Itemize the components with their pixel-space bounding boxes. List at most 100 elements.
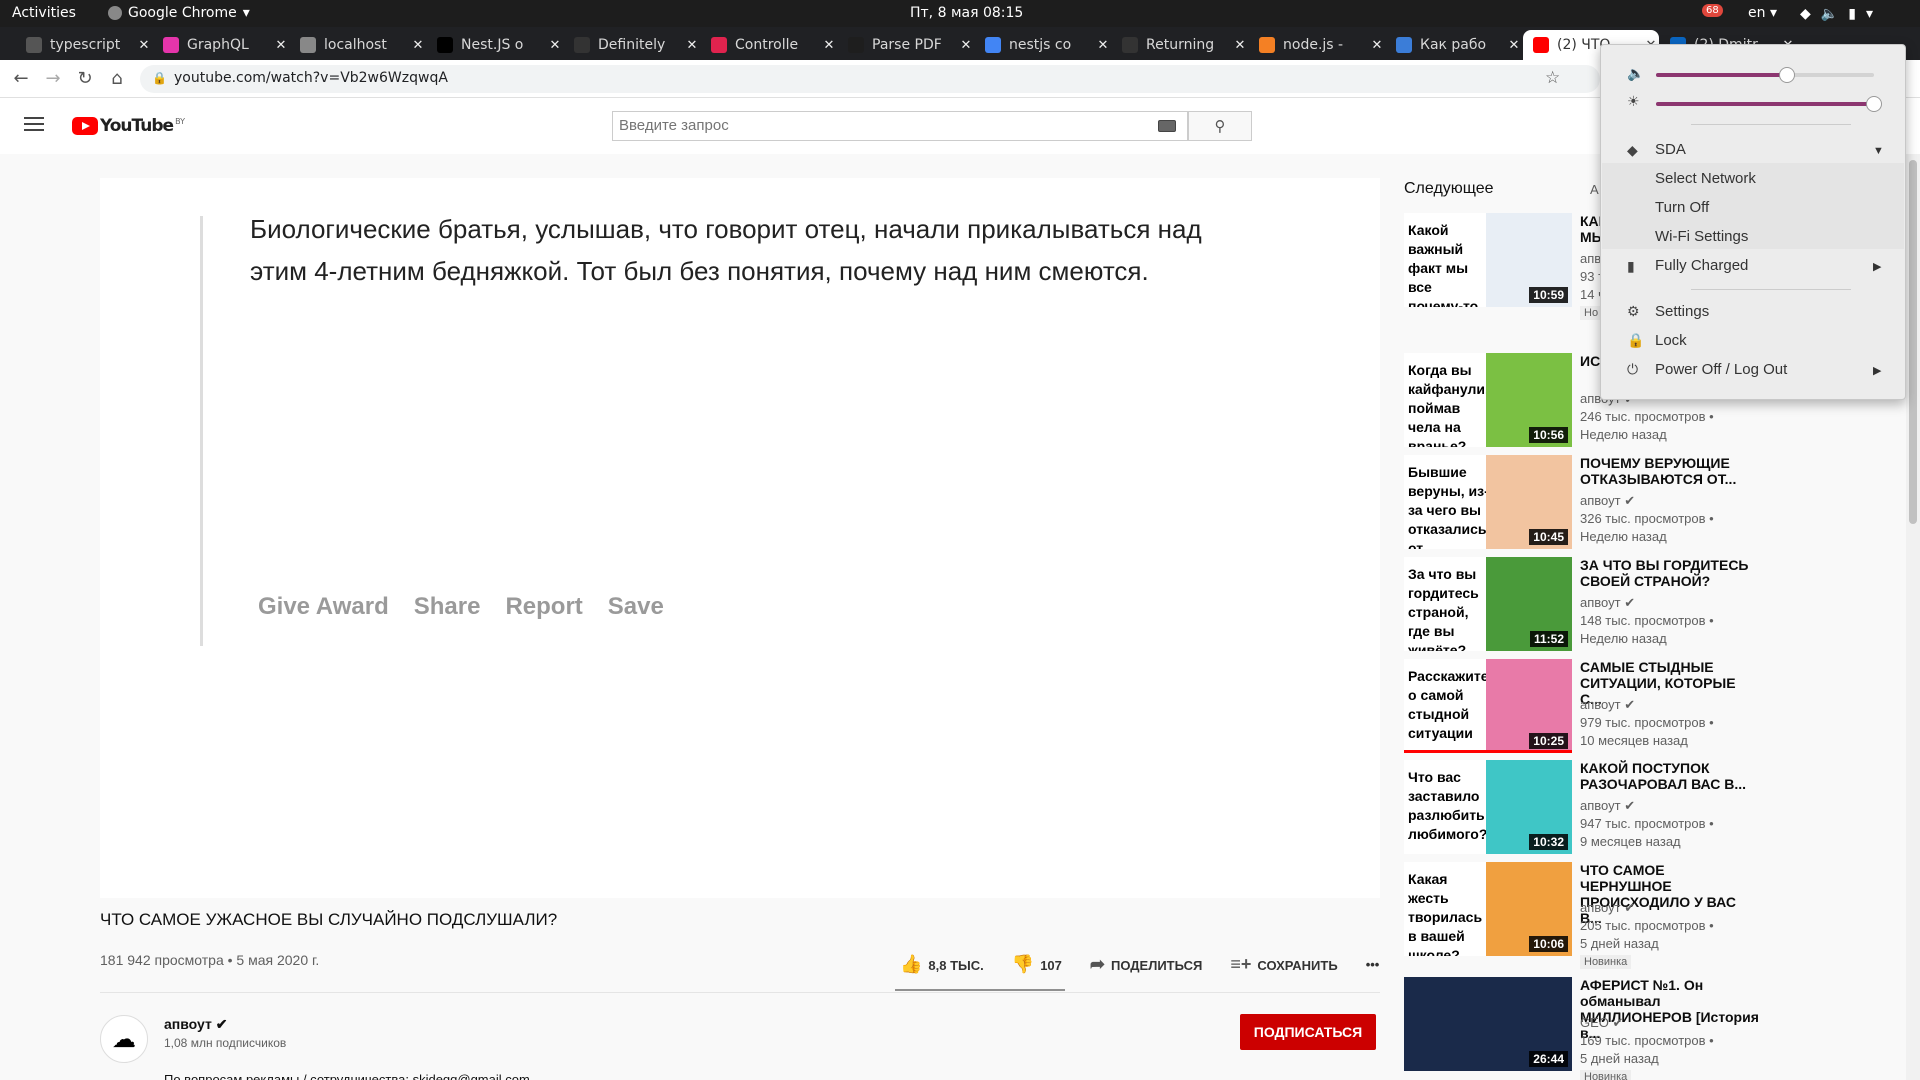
turn-off-item[interactable]: Turn Off [1655,199,1709,216]
share-button[interactable]: ➦ ПОДЕЛИТЬСЯ [1090,954,1202,975]
forward-arrow-icon[interactable]: → [42,68,64,90]
back-arrow-icon[interactable]: ← [10,68,32,90]
video-quote-text: Биологические братья, услышав, что говор… [250,214,1202,286]
tab-close-icon[interactable]: ✕ [273,38,289,53]
recommended-video[interactable]: Что вас заставило разлюбить любимого? 10… [1404,760,1884,854]
power-off-item[interactable]: Power Off / Log Out [1655,361,1787,378]
tab-label: Controlle [735,37,799,53]
tab-close-icon[interactable]: ✕ [684,38,700,53]
tab-close-icon[interactable]: ✕ [410,38,426,53]
save-button[interactable]: ≡+ СОХРАНИТЬ [1230,954,1337,975]
dislike-button[interactable]: 👎 107 [1012,954,1062,975]
tab-close-icon[interactable]: ✕ [547,38,563,53]
search-input[interactable] [619,117,1119,134]
wifi-settings-item[interactable]: Wi-Fi Settings [1655,228,1748,245]
tab-close-icon[interactable]: ✕ [958,38,974,53]
wifi-icon: ◆ [1627,142,1638,158]
select-network-item[interactable]: Select Network [1655,170,1756,187]
tab-close-icon[interactable]: ✕ [1232,38,1248,53]
scrollbar-thumb[interactable] [1909,160,1917,524]
tab-close-icon[interactable]: ✕ [821,38,837,53]
chevron-down-icon[interactable]: ▼ [1873,145,1884,157]
recommended-title[interactable]: ЧТО САМОЕ ЧЕРНУШНОЕ ПРОИСХОДИЛО У ВАС В.… [1580,862,1760,926]
recommended-channel[interactable]: GEO ✔ [1580,1015,1623,1031]
notification-badge[interactable]: 68 [1702,4,1723,17]
playlist-add-icon: ≡+ [1230,954,1252,974]
network-name[interactable]: SDA [1655,141,1686,158]
brightness-slider-knob[interactable] [1866,96,1882,112]
volume-slider-knob[interactable] [1778,67,1795,83]
video-thumbnail[interactable]: Бывшие веруны, из-за чего вы отказались … [1404,455,1572,549]
recommended-title[interactable]: КАКОЙ ПОСТУПОК РАЗОЧАРОВАЛ ВАС В... [1580,760,1760,792]
browser-tab[interactable]: Как рабо ✕ [1386,30,1522,60]
app-menu[interactable]: Google Chrome ▾ [108,5,250,21]
chevron-right-icon[interactable]: ▶ [1873,364,1881,377]
browser-tab[interactable]: Nest.JS o ✕ [427,30,563,60]
page-scrollbar[interactable] [1906,154,1920,1080]
browser-tab[interactable]: GraphQL ✕ [153,30,289,60]
browser-tab[interactable]: node.js - ✕ [1249,30,1385,60]
recommended-video[interactable]: Расскажите о самой стыдной ситуации 10:2… [1404,659,1884,753]
tab-close-icon[interactable]: ✕ [1369,38,1385,53]
recommended-channel[interactable]: апвоут ✔ [1580,697,1635,713]
subscribe-button[interactable]: ПОДПИСАТЬСЯ [1240,1014,1376,1050]
lock-item[interactable]: Lock [1655,332,1687,349]
recommended-video[interactable]: За что вы гордитесь страной, где вы живё… [1404,557,1884,651]
recommended-title[interactable]: ЗА ЧТО ВЫ ГОРДИТЕСЬ СВОЕЙ СТРАНОЙ? [1580,557,1760,589]
recommended-channel[interactable]: апвоут ✔ [1580,900,1635,916]
youtube-logo[interactable]: YouTube BY [72,116,185,136]
activities-button[interactable]: Activities [12,5,76,21]
like-button[interactable]: 👍 8,8 ТЫС. [900,954,984,975]
video-thumbnail[interactable]: Что вас заставило разлюбить любимого? 10… [1404,760,1572,854]
recommended-channel[interactable]: апвоут ✔ [1580,493,1635,509]
tab-close-icon[interactable]: ✕ [1095,38,1111,53]
recommended-video[interactable]: 26:44 АФЕРИСТ №1. Он обманывал МИЛЛИОНЕР… [1404,977,1884,1080]
browser-tab[interactable]: Definitely ✕ [564,30,700,60]
settings-item[interactable]: Settings [1655,303,1709,320]
more-options-icon[interactable]: ••• [1366,957,1380,972]
thumbnail-caption: За что вы гордитесь страной, где вы живё… [1408,566,1479,651]
clock[interactable]: Пт, 8 мая 08:15 [910,5,1023,21]
video-thumbnail[interactable]: Какая жесть творилась в вашей школе? 10:… [1404,862,1572,956]
system-status-area[interactable]: ◆ 🔈 ▮ ▾ [1800,3,1873,25]
battery-item[interactable]: Fully Charged [1655,257,1748,274]
browser-tab[interactable]: localhost ✕ [290,30,426,60]
recommended-video[interactable]: Бывшие веруны, из-за чего вы отказались … [1404,455,1884,549]
new-badge: Новинка [1580,1070,1632,1080]
bookmark-star-icon[interactable]: ☆ [1545,68,1560,88]
recommended-title[interactable]: ПОЧЕМУ ВЕРУЮЩИЕ ОТКАЗЫВАЮТСЯ ОТ... [1580,455,1760,487]
video-thumbnail[interactable]: За что вы гордитесь страной, где вы живё… [1404,557,1572,651]
volume-slider[interactable] [1656,67,1874,83]
video-thumbnail[interactable]: 26:44 [1404,977,1572,1071]
home-icon[interactable]: ⌂ [106,68,128,90]
channel-avatar[interactable]: ☁ [100,1015,148,1063]
browser-tab[interactable]: Returning ✕ [1112,30,1248,60]
language-indicator[interactable]: en ▾ [1748,5,1777,21]
reload-icon[interactable]: ↻ [74,68,96,90]
recommended-video[interactable]: Какая жесть творилась в вашей школе? 10:… [1404,862,1884,969]
keyboard-icon[interactable] [1158,120,1176,132]
recommended-title[interactable]: АФЕРИСТ №1. Он обманывал МИЛЛИОНЕРОВ [Ис… [1580,977,1760,1041]
video-thumbnail[interactable]: Какой важный факт мы все почему-то игнор… [1404,213,1572,307]
browser-tab[interactable]: Parse PDF ✕ [838,30,974,60]
autoplay-label[interactable]: А [1590,182,1599,197]
search-button[interactable]: ⚲ [1188,111,1252,141]
tab-close-icon[interactable]: ✕ [1506,38,1522,53]
tab-close-icon[interactable]: ✕ [136,38,152,53]
channel-name[interactable]: апвоут ✔ [164,1016,227,1033]
search-box[interactable] [612,111,1188,141]
brightness-slider[interactable] [1656,96,1882,112]
browser-tab[interactable]: Controlle ✕ [701,30,837,60]
hamburger-menu-icon[interactable] [24,117,44,131]
recommended-channel[interactable]: апвоут ✔ [1580,798,1635,814]
browser-tab[interactable]: typescript ✕ [16,30,152,60]
recommended-channel[interactable]: апвоут ✔ [1580,595,1635,611]
video-player[interactable]: Биологические братья, услышав, что говор… [100,178,1380,898]
address-bar[interactable]: 🔒 youtube.com/watch?v=Vb2w6WzqwqA ☆ [140,65,1600,93]
brightness-slider-fill [1656,102,1874,106]
video-thumbnail[interactable]: Расскажите о самой стыдной ситуации 10:2… [1404,659,1572,753]
video-thumbnail[interactable]: Когда вы кайфанули, поймав чела на врань… [1404,353,1572,447]
lock-icon[interactable]: 🔒 [152,71,167,85]
browser-tab[interactable]: nestjs co ✕ [975,30,1111,60]
chevron-right-icon[interactable]: ▶ [1873,260,1881,273]
